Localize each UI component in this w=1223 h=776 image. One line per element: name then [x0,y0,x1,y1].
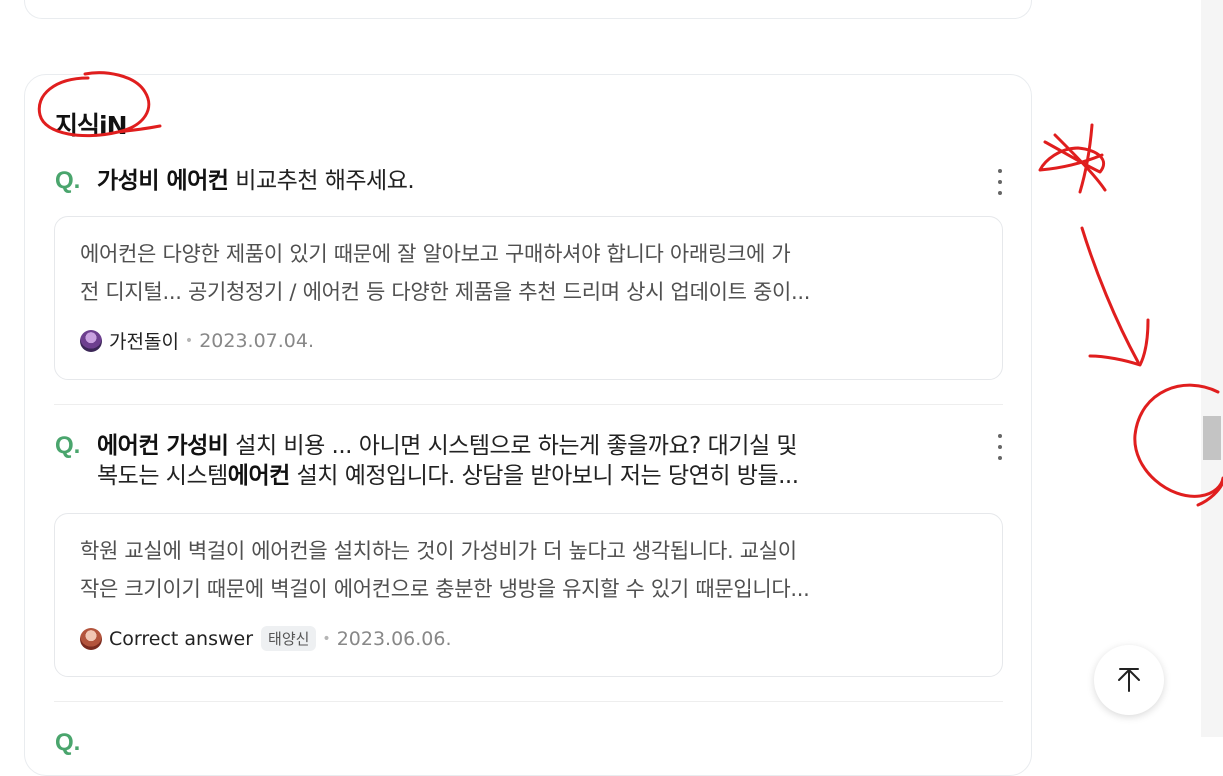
more-vertical-icon-dot [998,456,1002,460]
answer-text: 학원 교실에 벽걸이 에어컨을 설치하는 것이 가성비가 더 높다고 생각됩니다… [80,532,978,608]
question-item-partial[interactable]: Q. [55,728,97,758]
meta-separator: • [322,630,331,647]
answer-line: 작은 크기이기 때문에 벽걸이 에어컨으로 충분한 냉방을 유지할 수 있기 때… [80,577,810,601]
author-name[interactable]: 가전돌이 [109,327,179,354]
scrollbar-thumb[interactable] [1203,416,1221,460]
answer-line: 에어컨은 다양한 제품이 있기 때문에 잘 알아보고 구매하셔야 합니다 아래링… [80,242,791,266]
question-title-keyword: 가성비 에어컨 [97,168,229,194]
more-options-button[interactable] [990,169,1010,195]
more-vertical-icon [998,169,1002,173]
question-title[interactable]: 에어컨 가성비 설치 비용 ... 아니면 시스템으로 하는게 좋을까요? 대기… [97,431,799,491]
question-mark: Q. [55,167,81,194]
question-title-keyword: 에어컨 [227,463,290,489]
question-title-rest: 복도는 시스템 [97,463,228,489]
divider [54,701,1003,702]
more-vertical-icon-dot [998,180,1002,184]
question-title-rest: 설치 예정입니다. 상담을 받아보니 저는 당연히 방들... [289,463,799,489]
answer-meta: Correct answer 태양신 • 2023.06.06. [80,626,452,651]
user-avatar-icon [80,627,102,650]
more-vertical-icon-dot [998,445,1002,449]
question-title-rest: 비교추천 해주세요. [228,168,415,194]
question-title-keyword: 에어컨 가성비 [97,433,229,459]
annotation-star [1038,123,1107,194]
divider [54,404,1003,405]
more-vertical-icon-dot [998,191,1002,195]
author-badge: 태양신 [261,626,317,651]
previous-section-card [24,0,1032,19]
annotation-arrow [1080,226,1150,367]
arrow-up-icon [1118,668,1140,692]
scrollbar-track[interactable] [1201,0,1223,737]
question-item[interactable]: Q. 가성비 에어컨 비교추천 해주세요. [55,166,415,196]
answer-line: 전 디지털... 공기청정기 / 에어컨 등 다양한 제품을 추천 드리며 상시… [80,280,811,304]
section-title: 지식iN [55,111,127,140]
meta-separator: • [184,332,194,349]
question-mark: Q. [55,729,81,756]
answer-date: 2023.06.06. [336,627,452,650]
more-options-button[interactable] [990,434,1010,460]
answer-preview[interactable]: 에어컨은 다양한 제품이 있기 때문에 잘 알아보고 구매하셔야 합니다 아래링… [54,216,1003,380]
author-name[interactable]: Correct answer [109,628,253,650]
question-title-line-2: 복도는 시스템에어컨 설치 예정입니다. 상담을 받아보니 저는 당연히 방들.… [97,461,799,491]
question-item[interactable]: Q. 에어컨 가성비 설치 비용 ... 아니면 시스템으로 하는게 좋을까요?… [55,431,799,491]
answer-preview[interactable]: 학원 교실에 벽걸이 에어컨을 설치하는 것이 가성비가 더 높다고 생각됩니다… [54,513,1003,677]
answer-meta: 가전돌이 • 2023.07.04. [80,327,314,354]
answer-text: 에어컨은 다양한 제품이 있기 때문에 잘 알아보고 구매하셔야 합니다 아래링… [80,235,978,311]
user-avatar-icon [80,329,102,352]
more-vertical-icon [998,434,1002,438]
question-mark: Q. [55,432,81,459]
question-title[interactable]: 가성비 에어컨 비교추천 해주세요. [97,166,415,196]
question-title-line-1: 에어컨 가성비 설치 비용 ... 아니면 시스템으로 하는게 좋을까요? 대기… [97,431,799,461]
answer-date: 2023.07.04. [199,329,315,352]
answer-line: 학원 교실에 벽걸이 에어컨을 설치하는 것이 가성비가 더 높다고 생각됩니다… [80,539,797,563]
back-to-top-button[interactable] [1094,645,1164,715]
question-title-rest: 설치 비용 ... 아니면 시스템으로 하는게 좋을까요? 대기실 및 [228,433,798,459]
